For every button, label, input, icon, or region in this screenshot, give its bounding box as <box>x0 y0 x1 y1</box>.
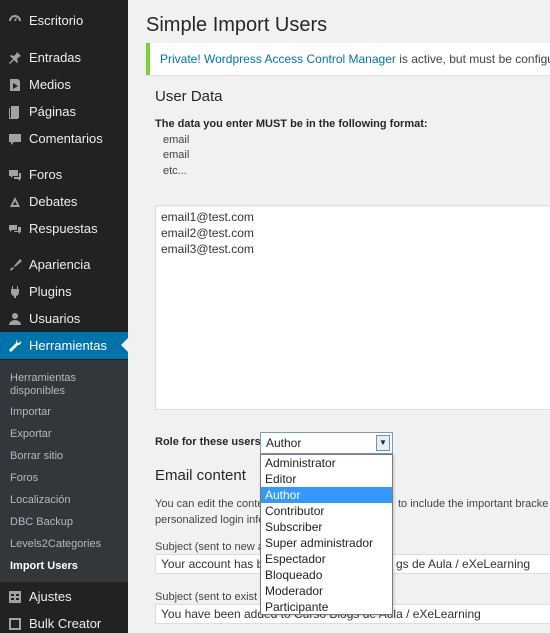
role-option-bloqueado[interactable]: Bloqueado <box>261 567 392 583</box>
submenu-item-localizacion[interactable]: Localización <box>10 494 71 507</box>
submenu-item-borrar-sitio[interactable]: Borrar sitio <box>10 450 63 463</box>
submenu-item-dbc-backup[interactable]: DBC Backup <box>10 516 73 529</box>
sidebar-item-debates[interactable]: Debates <box>0 188 128 215</box>
sidebar-item-label: Medios <box>29 77 71 92</box>
sidebar-item-herramientas[interactable]: Herramientas <box>0 332 128 359</box>
sidebar-item-label: Comentarios <box>29 131 103 146</box>
sidebar-item-foros[interactable]: Foros <box>0 161 128 188</box>
comment-icon <box>8 132 22 146</box>
role-option-author[interactable]: Author <box>261 487 392 503</box>
notice-link[interactable]: Private! Wordpress Access Control Manage… <box>160 52 396 66</box>
plugin-notice: Private! Wordpress Access Control Manage… <box>146 43 550 75</box>
email-line: email2@test.com <box>161 226 254 240</box>
page-icon <box>8 105 22 119</box>
role-option-espectador[interactable]: Espectador <box>261 551 392 567</box>
sidebar-item-label: Ajustes <box>29 589 72 604</box>
sidebar-item-respuestas[interactable]: Respuestas <box>0 215 128 242</box>
sidebar-item-medios[interactable]: Medios <box>0 71 128 98</box>
email-content-title: Email content <box>155 467 246 484</box>
sidebar-item-label: Debates <box>29 194 78 209</box>
sidebar-item-label: Entradas <box>29 50 82 65</box>
role-option-moderador[interactable]: Moderador <box>261 583 392 599</box>
email-line: email1@test.com <box>161 210 254 224</box>
sidebar-item-usuarios[interactable]: Usuarios <box>0 305 128 332</box>
sidebar-item-label: Usuarios <box>29 311 81 326</box>
sidebar-item-ajustes[interactable]: Ajustes <box>0 583 128 610</box>
format-sample-line: email <box>163 149 190 161</box>
format-instructions: The data you enter MUST be in the follow… <box>155 118 428 130</box>
notice-text: is active, but must be configured. <box>399 52 550 66</box>
sidebar-item-plugins[interactable]: Plugins <box>0 278 128 305</box>
dashboard-icon <box>8 14 22 28</box>
current-menu-arrow <box>121 338 128 352</box>
format-sample-line: email <box>163 134 190 146</box>
sidebar-item-comentarios[interactable]: Comentarios <box>0 125 128 152</box>
sidebar-item-label: Páginas <box>29 104 76 119</box>
role-dropdown-list: Administrator Editor Author Contributor … <box>260 454 393 615</box>
email-content-description-2: personalized login info <box>155 514 265 526</box>
role-option-contributor[interactable]: Contributor <box>261 503 392 519</box>
debate-icon <box>8 195 22 209</box>
submenu-item-levels2categories[interactable]: Levels2Categories <box>10 538 101 551</box>
subject-new-value: Your account has b <box>161 557 264 571</box>
role-select[interactable]: Author ▼ <box>260 432 393 454</box>
plug-icon <box>8 285 22 299</box>
settings-icon <box>8 590 22 604</box>
chevron-down-icon[interactable]: ▼ <box>376 435 390 451</box>
subject-new-label: Subject (sent to new a <box>155 541 264 553</box>
sidebar-item-label: Apariencia <box>29 257 91 272</box>
submenu-item-import-users[interactable]: Import Users <box>10 560 78 573</box>
sidebar-item-escritorio[interactable]: Escritorio <box>0 7 128 34</box>
role-option-super-administrador[interactable]: Super administrador <box>261 535 392 551</box>
media-icon <box>8 78 22 92</box>
sidebar-item-label: Escritorio <box>29 13 84 28</box>
sidebar-item-label: Bulk Creator <box>29 616 102 631</box>
email-line: email3@test.com <box>161 242 254 256</box>
subject-new-value-tail: gs de Aula / eXeLearning <box>396 557 531 571</box>
sidebar-item-paginas[interactable]: Páginas <box>0 98 128 125</box>
page-title: Simple Import Users <box>146 14 328 36</box>
sidebar-item-label: Plugins <box>29 284 72 299</box>
format-sample-line: etc... <box>163 165 187 177</box>
sidebar-item-apariencia[interactable]: Apariencia <box>0 251 128 278</box>
submenu-item-foros[interactable]: Foros <box>10 472 38 485</box>
sidebar-item-label: Foros <box>29 167 63 182</box>
role-option-subscriber[interactable]: Subscriber <box>261 519 392 535</box>
role-option-administrator[interactable]: Administrator <box>261 455 392 471</box>
role-label: Role for these users: <box>155 436 265 448</box>
submenu-item-importar[interactable]: Importar <box>10 406 51 419</box>
role-option-participante[interactable]: Participante <box>261 599 392 615</box>
user-data-title: User Data <box>155 88 223 105</box>
replies-icon <box>8 222 22 236</box>
sidebar-item-label: Respuestas <box>29 221 98 236</box>
tools-submenu: Herramientas disponibles Importar Export… <box>0 360 128 582</box>
user-icon <box>8 312 22 326</box>
user-emails-textarea[interactable]: email1@test.com email2@test.com email3@t… <box>155 205 550 410</box>
email-content-description: You can edit the conte <box>155 498 264 510</box>
email-content-description-tail: to include the important bracke <box>398 498 549 510</box>
brush-icon <box>8 258 22 272</box>
submenu-item-herramientas-disponibles[interactable]: Herramientas disponibles <box>10 372 110 398</box>
pin-icon <box>8 51 22 65</box>
role-select-value: Author <box>266 436 302 450</box>
sidebar-item-label: Herramientas <box>29 338 108 353</box>
sidebar-item-bulk-creator[interactable]: Bulk Creator <box>0 610 128 633</box>
subject-existing-label: Subject (sent to exist <box>155 591 258 603</box>
role-option-editor[interactable]: Editor <box>261 471 392 487</box>
bulk-icon <box>8 617 22 631</box>
sidebar-item-entradas[interactable]: Entradas <box>0 44 128 71</box>
submenu-item-exportar[interactable]: Exportar <box>10 428 52 441</box>
forum-icon <box>8 168 22 182</box>
wrench-icon <box>8 339 22 353</box>
admin-sidebar: Escritorio Entradas Medios Páginas Comen… <box>0 0 128 633</box>
